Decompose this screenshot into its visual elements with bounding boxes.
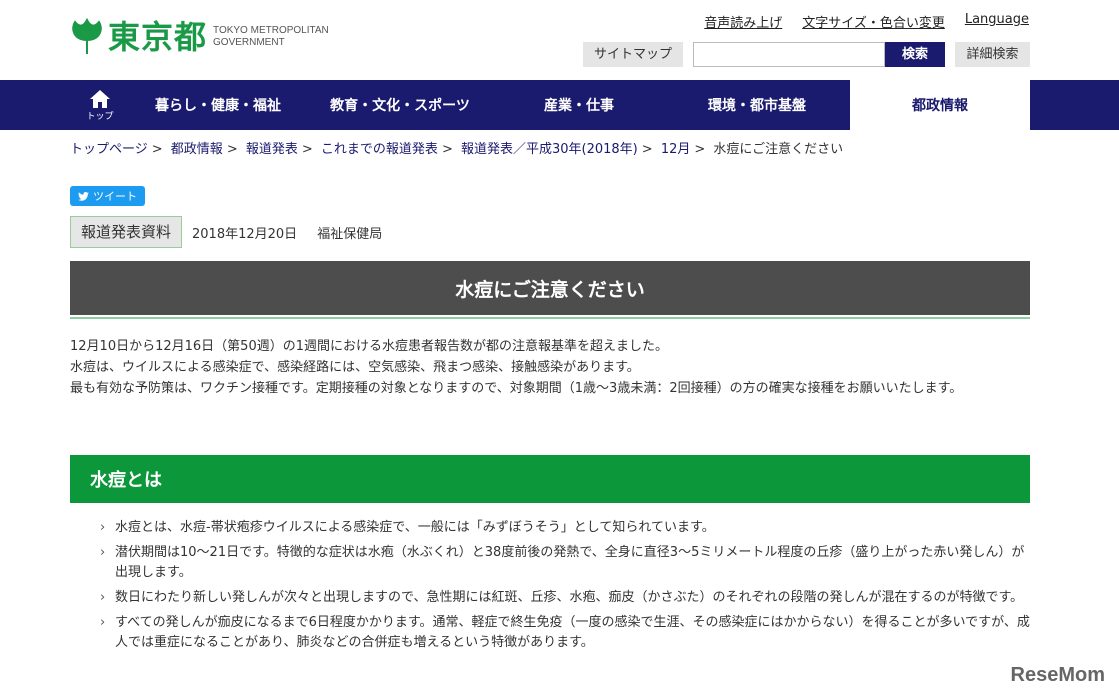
nav-item-government[interactable]: 都政情報	[850, 80, 1030, 130]
nav-item-education[interactable]: 教育・文化・スポーツ	[306, 80, 494, 130]
page-title: 水痘にご注意ください	[70, 261, 1030, 315]
tweet-button[interactable]: ツイート	[70, 186, 145, 206]
home-icon	[90, 89, 110, 108]
press-date: 2018年12月20日	[192, 226, 298, 242]
ginkgo-leaf-icon	[72, 18, 102, 54]
breadcrumb-separator: >	[694, 142, 706, 157]
press-bureau: 福祉保健局	[317, 226, 383, 242]
breadcrumb-link[interactable]: これまでの報道発表	[321, 142, 438, 157]
list-item: › 水痘とは、水痘-帯状疱疹ウイルスによる感染症で、一般には「みずぼうそう」として…	[100, 518, 1030, 538]
bullet-list: › 水痘とは、水痘-帯状疱疹ウイルスによる感染症で、一般には「みずぼうそう」として…	[100, 518, 1030, 658]
nav-item-environment[interactable]: 環境・都市基盤	[664, 80, 850, 130]
breadcrumb-separator: >	[301, 142, 313, 157]
nav-item-life[interactable]: 暮らし・健康・福祉	[130, 80, 306, 130]
logo-english: TOKYO METROPOLITAN GOVERNMENT	[213, 25, 329, 48]
press-info: 報道発表資料 2018年12月20日 福祉保健局	[70, 216, 382, 248]
detail-search-button[interactable]: 詳細検索	[955, 42, 1030, 67]
search-button[interactable]: 検索	[885, 42, 945, 67]
language-link[interactable]: Language	[965, 12, 1029, 31]
breadcrumb-link[interactable]: 都政情報	[171, 142, 223, 157]
breadcrumb-link[interactable]: 報道発表	[246, 142, 298, 157]
breadcrumb-separator: >	[441, 142, 453, 157]
list-item: › 潜伏期間は10～21日です。特徴的な症状は水疱（水ぶくれ）と38度前後の発熱で…	[100, 545, 1025, 580]
breadcrumb-separator: >	[151, 142, 163, 157]
intro-paragraph: 12月10日から12月16日（第50週）の1週間における水痘患者報告数が都の注意…	[70, 339, 668, 354]
search-input[interactable]	[693, 42, 885, 67]
breadcrumb-link[interactable]: 報道発表／平成30年(2018年)	[461, 142, 638, 157]
intro-paragraph: 水痘は、ウイルスによる感染症で、感染経路には、空気感染、飛まつ感染、接触感染があ…	[70, 360, 640, 375]
breadcrumb-separator: >	[641, 142, 653, 157]
title-underline	[70, 317, 1030, 319]
logo-text: 東京都	[108, 18, 208, 56]
breadcrumb-current: 水痘にご注意ください	[713, 142, 844, 157]
tokyo-logo[interactable]: 東京都 TOKYO METROPOLITAN GOVERNMENT	[70, 18, 329, 56]
search-row: サイトマップ 検索 詳細検索	[583, 42, 1030, 67]
press-badge: 報道発表資料	[70, 216, 183, 248]
list-item: › すべての発しんが痂皮になるまで6日程度かかります。通常、軽症で終生免疫（一度の…	[100, 615, 1030, 650]
global-nav: トップ 暮らし・健康・福祉 教育・文化・スポーツ 産業・仕事 環境・都市基盤 都…	[0, 80, 1119, 130]
nav-home[interactable]: トップ	[70, 80, 130, 130]
section-heading: 水痘とは	[70, 455, 1030, 503]
read-aloud-link[interactable]: 音声読み上げ	[704, 12, 782, 31]
intro-text: 12月10日から12月16日（第50週）の1週間における水痘患者報告数が都の注意…	[70, 336, 1030, 399]
nav-item-industry[interactable]: 産業・仕事	[494, 80, 664, 130]
font-size-color-link[interactable]: 文字サイズ・色合い変更	[802, 12, 945, 31]
site-header: 東京都 TOKYO METROPOLITAN GOVERNMENT 音声読み上げ…	[0, 0, 1119, 80]
breadcrumb: トップページ > 都政情報 > 報道発表 > これまでの報道発表 > 報道発表／平成30…	[70, 138, 843, 157]
chevron-right-icon: ›	[100, 590, 106, 605]
chevron-right-icon: ›	[100, 520, 106, 535]
tweet-label: ツイート	[93, 190, 137, 203]
breadcrumb-separator: >	[226, 142, 238, 157]
sitemap-button[interactable]: サイトマップ	[583, 42, 683, 67]
breadcrumb-link[interactable]: トップページ	[70, 142, 148, 157]
twitter-bird-icon	[78, 191, 89, 201]
breadcrumb-link[interactable]: 12月	[661, 142, 691, 157]
chevron-right-icon: ›	[100, 615, 106, 630]
intro-paragraph: 最も有効な予防策は、ワクチン接種です。定期接種の対象となりますので、対象期間（1…	[70, 381, 963, 396]
resemom-watermark: ReseMom	[1010, 664, 1105, 686]
list-item: › 数日にわたり新しい発しんが次々と出現しますので、急性期には紅斑、丘疹、水疱、痂…	[100, 588, 1030, 608]
chevron-right-icon: ›	[100, 545, 106, 560]
nav-home-label: トップ	[86, 111, 114, 122]
utility-links: 音声読み上げ 文字サイズ・色合い変更 Language	[704, 12, 1029, 31]
